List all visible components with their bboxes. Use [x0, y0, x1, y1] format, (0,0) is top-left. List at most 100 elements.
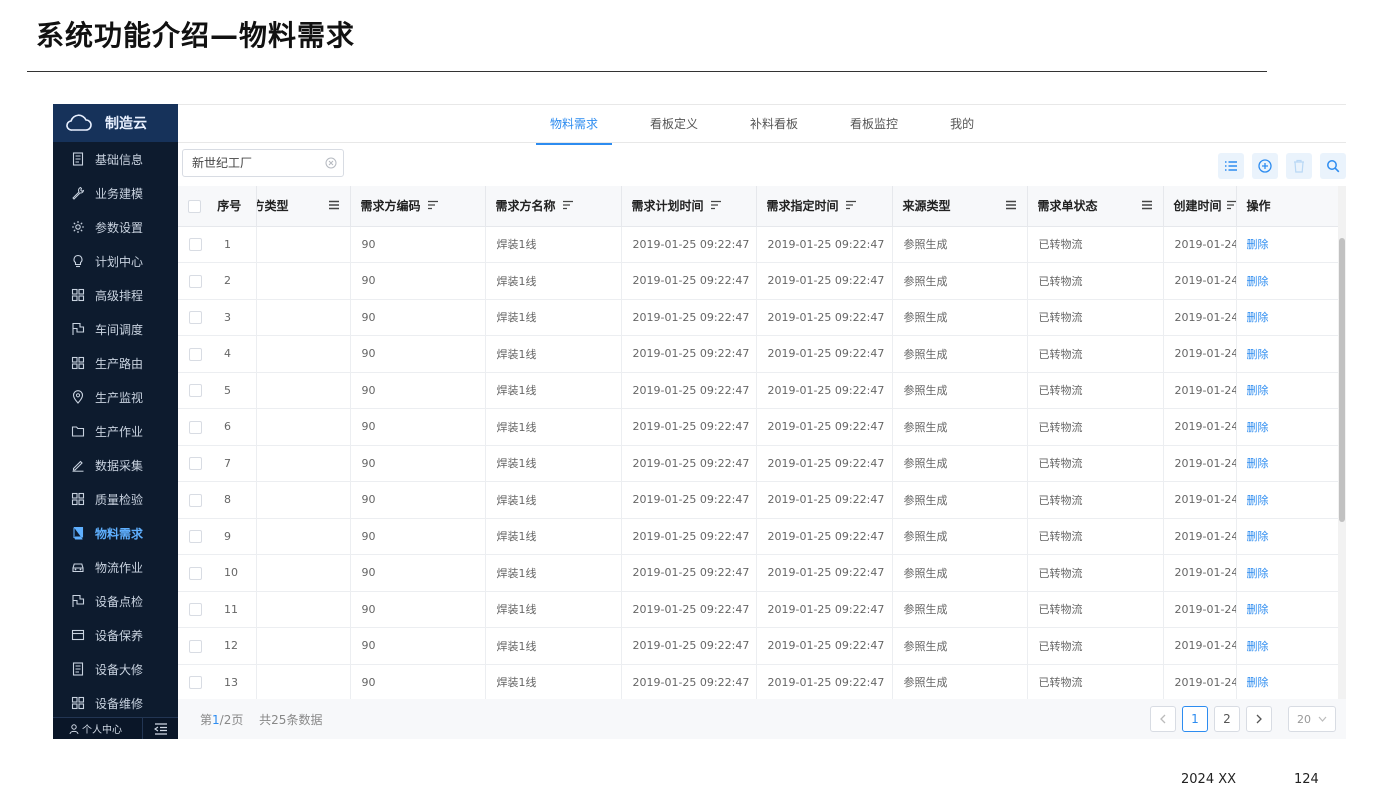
- sidebar-item-5[interactable]: 高级排程: [53, 278, 178, 312]
- header-created[interactable]: 创建时间: [1163, 186, 1237, 227]
- page-size-select[interactable]: 20: [1288, 706, 1336, 732]
- row-checkbox[interactable]: [189, 566, 202, 580]
- row-checkbox[interactable]: [189, 311, 202, 324]
- delete-row-link[interactable]: 删除: [1247, 457, 1269, 470]
- delete-row-link[interactable]: 删除: [1247, 676, 1269, 689]
- header-plan-time[interactable]: 需求计划时间: [621, 186, 757, 227]
- table-row[interactable]: 7 90 焊装1线 2019-01-25 09:22:47 2019-01-25 09:…: [178, 445, 1338, 482]
- row-index: 13: [224, 675, 238, 689]
- table-row[interactable]: 1 90 焊装1线 2019-01-25 09:22:47 2019-01-25 09:…: [178, 226, 1338, 263]
- header-spec-time[interactable]: 需求指定时间: [756, 186, 893, 227]
- select-all-checkbox[interactable]: [188, 200, 201, 214]
- table-row[interactable]: 5 90 焊装1线 2019-01-25 09:22:47 2019-01-25 09:…: [178, 372, 1338, 409]
- sidebar-item-3[interactable]: 参数设置: [53, 210, 178, 244]
- sidebar-item-label: 参数设置: [95, 220, 144, 235]
- sidebar-item-13[interactable]: 物流作业: [53, 550, 178, 584]
- sidebar-item-9[interactable]: 生产作业: [53, 414, 178, 448]
- row-checkbox[interactable]: [189, 384, 202, 397]
- column-menu-icon[interactable]: [1141, 199, 1153, 213]
- delete-row-link[interactable]: 删除: [1247, 567, 1269, 580]
- row-checkbox[interactable]: [189, 238, 202, 251]
- brand[interactable]: 制造云: [53, 104, 178, 142]
- row-checkbox[interactable]: [189, 457, 202, 470]
- search-button[interactable]: [1320, 153, 1346, 179]
- profile-button[interactable]: 个人中心: [53, 718, 142, 739]
- sidebar-item-16[interactable]: 设备大修: [53, 652, 178, 686]
- delete-row-link[interactable]: 删除: [1247, 640, 1269, 653]
- table-row[interactable]: 12 90 焊装1线 2019-01-25 09:22:47 2019-01-25 09…: [178, 627, 1338, 665]
- delete-row-link[interactable]: 删除: [1247, 311, 1269, 324]
- sort-icon[interactable]: [427, 199, 439, 213]
- sidebar-item-7[interactable]: 生产路由: [53, 346, 178, 380]
- sidebar-item-label: 车间调度: [95, 322, 144, 337]
- table-row[interactable]: 13 90 焊装1线 2019-01-25 09:22:47 2019-01-25 09…: [178, 664, 1338, 699]
- table-row[interactable]: 6 90 焊装1线 2019-01-25 09:22:47 2019-01-25 09:…: [178, 408, 1338, 446]
- sidebar-item-1[interactable]: 基础信息: [53, 142, 178, 176]
- sidebar-item-10[interactable]: 数据采集: [53, 448, 178, 482]
- sort-icon[interactable]: [845, 199, 857, 213]
- header-code[interactable]: 需求方编码: [350, 186, 486, 227]
- row-checkbox[interactable]: [189, 347, 202, 361]
- sidebar-item-8[interactable]: 生产监视: [53, 380, 178, 414]
- delete-row-link[interactable]: 删除: [1247, 603, 1269, 616]
- table-row[interactable]: 3 90 焊装1线 2019-01-25 09:22:47 2019-01-25 09:…: [178, 299, 1338, 336]
- table-row[interactable]: 10 90 焊装1线 2019-01-25 09:22:47 2019-01-25 09…: [178, 554, 1338, 592]
- row-checkbox[interactable]: [189, 274, 202, 288]
- delete-row-link[interactable]: 删除: [1247, 238, 1269, 251]
- header-source[interactable]: 来源类型: [892, 186, 1028, 227]
- header-status[interactable]: 需求单状态: [1027, 186, 1164, 227]
- page-button-1[interactable]: 1: [1182, 706, 1208, 732]
- delete-row-link[interactable]: 删除: [1247, 530, 1269, 543]
- tab-5[interactable]: 我的: [936, 105, 988, 144]
- delete-row-link[interactable]: 删除: [1247, 275, 1269, 288]
- row-checkbox[interactable]: [189, 603, 202, 616]
- tab-2[interactable]: 看板定义: [636, 105, 712, 144]
- tab-3[interactable]: 补料看板: [736, 105, 812, 144]
- add-button[interactable]: [1252, 153, 1278, 179]
- delete-row-link[interactable]: 删除: [1247, 421, 1269, 434]
- sidebar-item-6[interactable]: 车间调度: [53, 312, 178, 346]
- header-name[interactable]: 需求方名称: [485, 186, 622, 227]
- prev-page-button[interactable]: [1150, 706, 1176, 732]
- sidebar-item-15[interactable]: 设备保养: [53, 618, 178, 652]
- page-button-2[interactable]: 2: [1214, 706, 1240, 732]
- header-type[interactable]: 方类型: [256, 186, 351, 227]
- sidebar-item-12[interactable]: 物料需求: [53, 516, 178, 550]
- sort-icon[interactable]: [562, 199, 574, 213]
- scrollbar-thumb[interactable]: [1339, 238, 1345, 522]
- tab-1[interactable]: 物料需求: [536, 105, 613, 145]
- row-checkbox[interactable]: [189, 676, 202, 689]
- table-row[interactable]: 8 90 焊装1线 2019-01-25 09:22:47 2019-01-25 09:…: [178, 481, 1338, 519]
- row-checkbox[interactable]: [189, 530, 202, 543]
- table-row[interactable]: 4 90 焊装1线 2019-01-25 09:22:47 2019-01-25 09:…: [178, 335, 1338, 373]
- clear-icon[interactable]: [325, 157, 337, 169]
- row-checkbox[interactable]: [189, 639, 202, 653]
- sidebar-item-14[interactable]: 设备点检: [53, 584, 178, 618]
- sidebar-item-17[interactable]: 设备维修: [53, 686, 178, 720]
- list-view-button[interactable]: [1218, 153, 1244, 179]
- column-menu-icon[interactable]: [1005, 199, 1017, 213]
- cell-status: 已转物流: [1027, 262, 1164, 300]
- collapse-sidebar-button[interactable]: [142, 718, 178, 739]
- sidebar-item-label: 生产作业: [95, 424, 144, 439]
- cell-source: 参照生成: [892, 554, 1028, 592]
- tab-4[interactable]: 看板监控: [836, 105, 912, 144]
- factory-search-input[interactable]: 新世纪工厂: [182, 149, 344, 177]
- table-row[interactable]: 11 90 焊装1线 2019-01-25 09:22:47 2019-01-25 09…: [178, 591, 1338, 628]
- next-page-button[interactable]: [1246, 706, 1272, 732]
- table-row[interactable]: 9 90 焊装1线 2019-01-25 09:22:47 2019-01-25 09:…: [178, 518, 1338, 555]
- column-menu-icon[interactable]: [328, 199, 340, 213]
- table-row[interactable]: 2 90 焊装1线 2019-01-25 09:22:47 2019-01-25 09:…: [178, 262, 1338, 300]
- delete-row-link[interactable]: 删除: [1247, 494, 1269, 507]
- delete-button[interactable]: [1286, 153, 1312, 179]
- row-checkbox[interactable]: [189, 420, 202, 434]
- sidebar-item-4[interactable]: 计划中心: [53, 244, 178, 278]
- table-scrollbar[interactable]: [1338, 186, 1346, 699]
- sidebar-item-2[interactable]: 业务建模: [53, 176, 178, 210]
- delete-row-link[interactable]: 删除: [1247, 384, 1269, 397]
- sort-icon[interactable]: [1226, 199, 1235, 213]
- sort-icon[interactable]: [710, 199, 722, 213]
- sidebar-item-11[interactable]: 质量检验: [53, 482, 178, 516]
- row-checkbox[interactable]: [189, 493, 202, 507]
- delete-row-link[interactable]: 删除: [1247, 348, 1269, 361]
